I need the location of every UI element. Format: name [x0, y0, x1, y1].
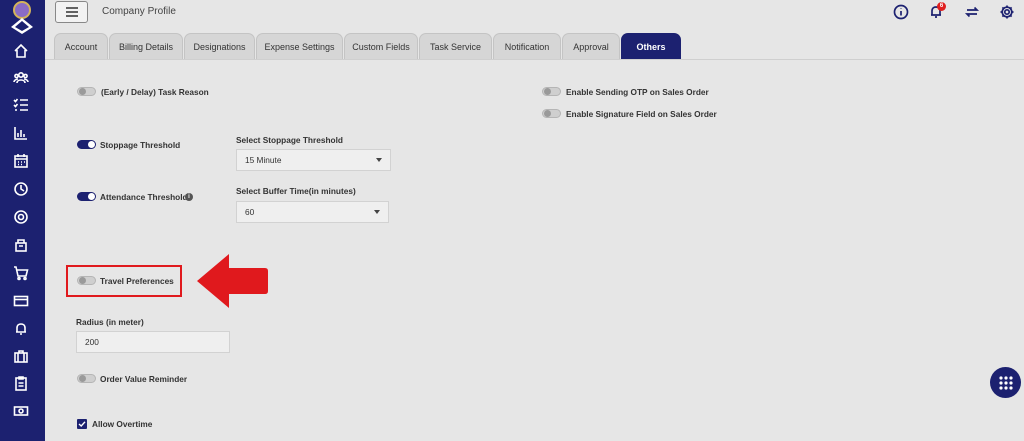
stoppage-threshold-label: Stoppage Threshold [100, 140, 181, 150]
travel-preferences-toggle[interactable] [77, 276, 96, 285]
home-icon[interactable] [12, 42, 30, 60]
bell-icon[interactable] [12, 320, 30, 338]
radius-label: Radius (in meter) [76, 317, 144, 327]
sidebar [0, 0, 45, 441]
red-arrow-icon [197, 254, 268, 308]
buffer-time-select[interactable]: 60 [236, 201, 389, 223]
tab-designations[interactable]: Designations [184, 33, 255, 59]
chevron-down-icon [374, 210, 380, 214]
notification-bell-icon[interactable]: 6 [927, 2, 946, 21]
info-icon[interactable] [892, 3, 910, 21]
cart-icon[interactable] [12, 264, 30, 282]
stoppage-threshold-select[interactable]: 15 Minute [236, 149, 391, 171]
hamburger-icon [65, 7, 78, 17]
calendar-icon[interactable] [12, 152, 30, 170]
settings-tabs: Account Billing Details Designations Exp… [45, 33, 1024, 60]
task-list-icon[interactable] [12, 96, 30, 114]
buffer-time-select-value: 60 [245, 207, 255, 217]
early-delay-label: (Early / Delay) Task Reason [101, 87, 209, 97]
clipboard-icon[interactable] [12, 374, 30, 392]
tab-task-service[interactable]: Task Service [419, 33, 492, 59]
enable-otp-label: Enable Sending OTP on Sales Order [566, 87, 709, 97]
reports-icon[interactable] [12, 124, 30, 142]
chevron-down-icon [376, 158, 382, 162]
grid-icon [998, 375, 1013, 390]
apps-grid-button[interactable] [990, 367, 1021, 398]
enable-signature-toggle[interactable] [542, 109, 561, 118]
stoppage-select-value: 15 Minute [245, 155, 282, 165]
attendance-threshold-label: Attendance Threshold [100, 192, 188, 202]
stoppage-threshold-toggle[interactable] [77, 140, 96, 149]
allow-overtime-checkbox[interactable] [77, 419, 87, 429]
refresh-icon[interactable] [963, 3, 981, 21]
tab-account[interactable]: Account [54, 33, 108, 59]
enable-signature-label: Enable Signature Field on Sales Order [566, 109, 717, 119]
check-icon [78, 421, 86, 427]
early-delay-toggle[interactable] [77, 87, 96, 96]
attendance-threshold-toggle[interactable] [77, 192, 96, 201]
tab-notification[interactable]: Notification [493, 33, 561, 59]
stoppage-select-label: Select Stoppage Threshold [236, 135, 343, 145]
order-value-reminder-toggle[interactable] [77, 374, 96, 383]
target-icon[interactable] [12, 208, 30, 226]
notification-badge: 6 [937, 2, 946, 11]
radius-value: 200 [85, 337, 99, 347]
tab-approval[interactable]: Approval [562, 33, 620, 59]
allow-overtime-label: Allow Overtime [92, 419, 153, 429]
radius-input[interactable]: 200 [76, 331, 230, 353]
attendance-info-icon[interactable]: i [185, 193, 193, 201]
enable-otp-toggle[interactable] [542, 87, 561, 96]
cash-icon[interactable] [12, 402, 30, 420]
tab-custom-fields[interactable]: Custom Fields [344, 33, 418, 59]
top-header: Company Profile 6 [45, 0, 1024, 28]
others-settings-panel: (Early / Delay) Task Reason Enable Sendi… [45, 60, 1024, 441]
tab-billing-details[interactable]: Billing Details [109, 33, 183, 59]
order-value-reminder-label: Order Value Reminder [100, 374, 188, 384]
travel-preferences-label: Travel Preferences [100, 276, 174, 286]
card-icon[interactable] [12, 292, 30, 310]
settings-gear-icon[interactable] [998, 3, 1016, 21]
inventory-icon[interactable] [12, 236, 30, 254]
tab-others[interactable]: Others [621, 33, 681, 59]
page-title: Company Profile [102, 6, 176, 17]
buffer-time-select-label: Select Buffer Time(in minutes) [236, 186, 356, 196]
team-icon[interactable] [12, 69, 30, 87]
menu-toggle-button[interactable] [55, 1, 88, 23]
briefcase-icon[interactable] [12, 347, 30, 365]
clock-icon[interactable] [12, 180, 30, 198]
tab-expense-settings[interactable]: Expense Settings [256, 33, 343, 59]
company-logo[interactable] [7, 0, 37, 34]
